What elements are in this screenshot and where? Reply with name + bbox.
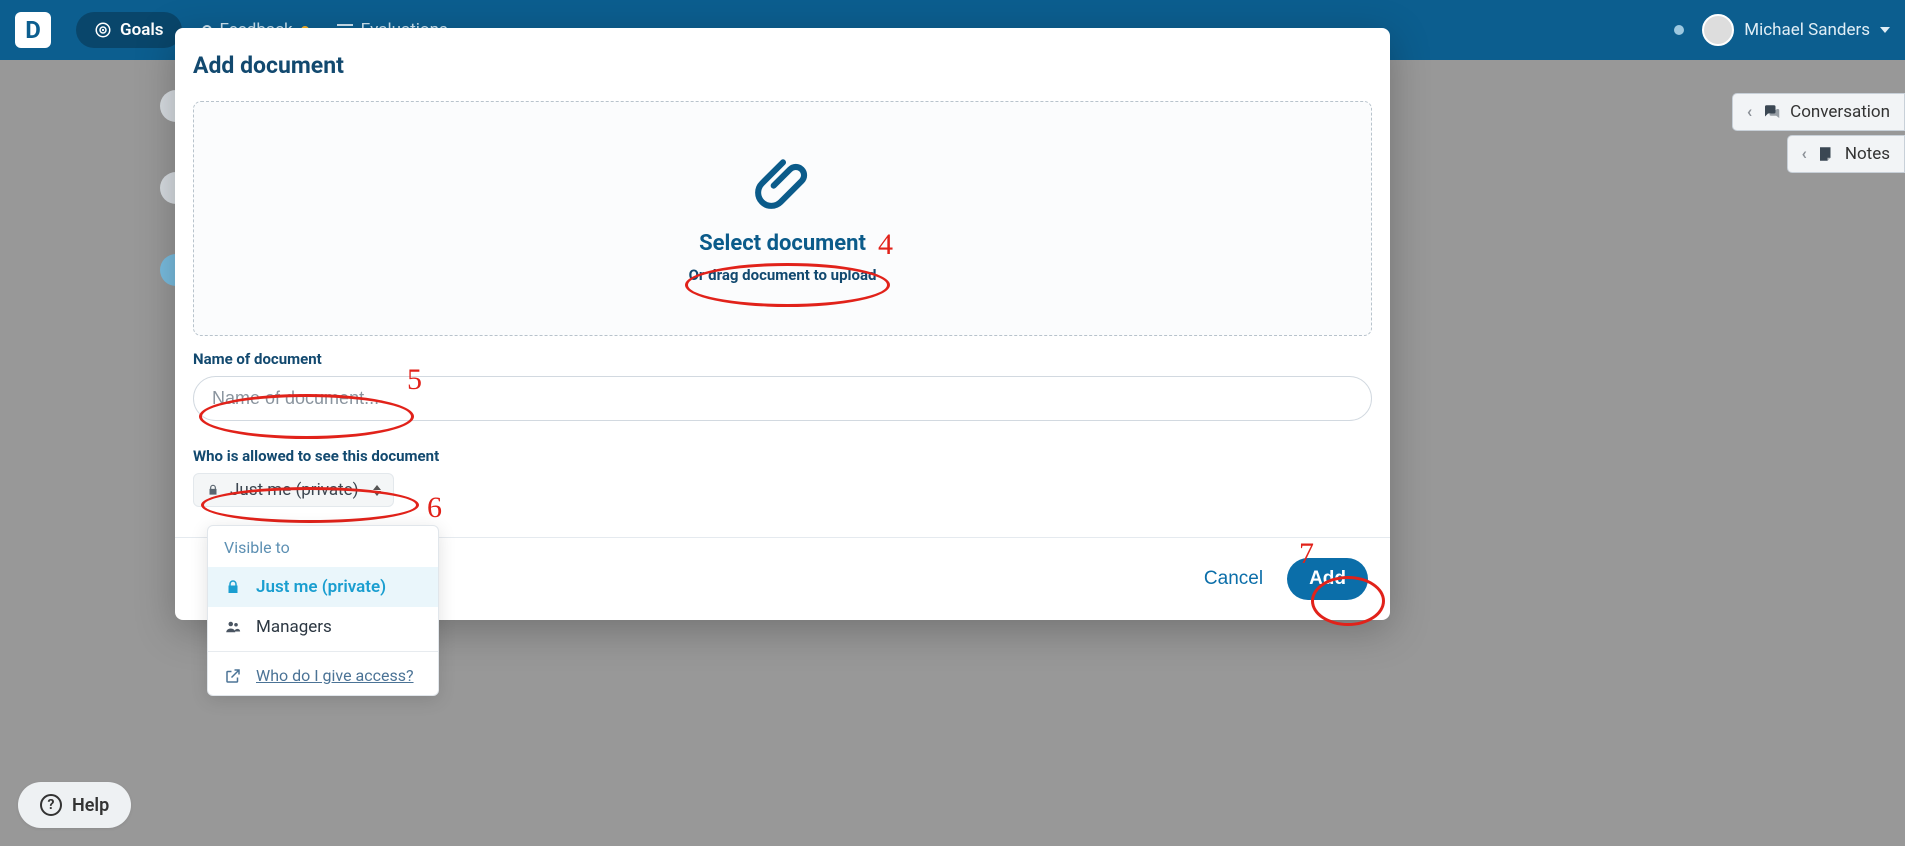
visibility-selected-label: Just me (private) [230,480,359,500]
dropdown-header: Visible to [208,526,438,567]
target-icon [94,21,112,39]
user-menu[interactable]: Michael Sanders [1702,14,1890,46]
dropdown-item-private-label: Just me (private) [256,577,386,597]
drag-hint-text: Or drag document to upload [689,266,877,284]
select-document-link[interactable]: Select document [699,231,866,256]
dropdown-help-link[interactable]: Who do I give access? [208,656,438,695]
comments-icon [1762,103,1780,121]
dropdown-item-managers-label: Managers [256,617,332,637]
lock-icon [224,578,242,596]
side-panel-conversation-label: Conversation [1790,102,1890,122]
file-dropzone[interactable]: Select document Or drag document to uplo… [193,101,1372,336]
dropdown-separator [208,651,438,652]
chevron-left-icon: ‹ [1802,144,1807,164]
chevron-left-icon: ‹ [1747,102,1752,122]
sort-icon [373,485,381,496]
side-panel-conversation[interactable]: ‹ Conversation [1732,93,1905,131]
visibility-field-label: Who is allowed to see this document [193,447,1372,465]
dropdown-item-private[interactable]: Just me (private) [208,567,438,607]
avatar [1702,14,1734,46]
cancel-button[interactable]: Cancel [1204,568,1263,590]
side-panel-notes-label: Notes [1845,144,1890,164]
visibility-dropdown: Visible to Just me (private) Managers Wh… [207,525,439,696]
paperclip-icon [755,153,811,209]
side-panel-notes[interactable]: ‹ Notes [1787,135,1905,173]
name-field-label: Name of document [193,350,1372,368]
nav-goals-label: Goals [120,20,164,40]
dropdown-item-managers[interactable]: Managers [208,607,438,647]
modal-title: Add document [193,52,1372,79]
status-dot-icon [1674,25,1684,35]
lock-icon [206,483,220,497]
note-icon [1817,145,1835,163]
external-link-icon [224,667,242,685]
dropdown-help-link-label: Who do I give access? [256,666,414,685]
question-icon: ? [40,794,62,816]
document-name-input[interactable] [193,376,1372,421]
visibility-select[interactable]: Just me (private) [193,473,394,507]
user-name-label: Michael Sanders [1744,20,1870,40]
app-logo[interactable]: D [15,12,51,48]
nav-goals[interactable]: Goals [76,12,182,48]
add-button[interactable]: Add [1287,558,1368,600]
users-icon [224,618,242,636]
chevron-down-icon [1880,27,1890,33]
help-label: Help [72,795,109,816]
help-button[interactable]: ? Help [18,782,131,828]
